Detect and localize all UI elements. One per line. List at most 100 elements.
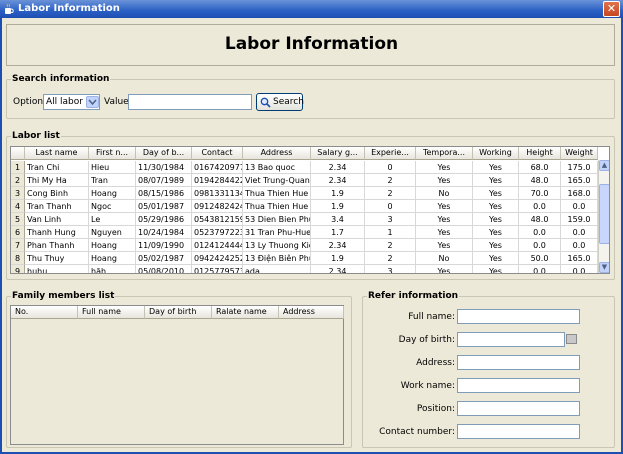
labor-col-header[interactable]: Weight bbox=[561, 147, 598, 160]
table-cell: Tran Chi bbox=[25, 161, 89, 174]
table-cell: 2.34 bbox=[311, 161, 365, 174]
labor-col-header[interactable]: Contact bbox=[192, 147, 243, 160]
refer-field-label: Position: bbox=[416, 404, 455, 414]
table-cell: Yes bbox=[416, 239, 473, 252]
family-col-header[interactable]: Full name bbox=[78, 306, 145, 319]
table-cell: 0.0 bbox=[519, 226, 561, 239]
refer-field-label: Address: bbox=[416, 358, 455, 368]
family-col-header[interactable]: No. bbox=[11, 306, 78, 319]
table-cell: 05/01/1987 bbox=[136, 200, 192, 213]
table-cell: 31 Tran Phu-Hue bbox=[243, 226, 311, 239]
labor-col-header[interactable] bbox=[11, 147, 25, 160]
table-cell: 0523797223 bbox=[192, 226, 243, 239]
table-row[interactable]: 8 Thu Thuy Hoang 05/02/1987 0942424252 13 Điệ… bbox=[11, 252, 600, 265]
table-cell: Hieu bbox=[89, 161, 136, 174]
family-col-header[interactable]: Day of birth bbox=[145, 306, 212, 319]
table-row[interactable]: 7Phan ThanhHoang11/09/19900124124444413 … bbox=[11, 239, 600, 252]
refer-field-input[interactable] bbox=[457, 309, 580, 324]
refer-field-input[interactable] bbox=[457, 401, 580, 416]
close-button[interactable]: ✕ bbox=[603, 1, 620, 17]
table-cell: 2 bbox=[11, 174, 25, 187]
table-cell: 3 bbox=[11, 187, 25, 200]
chevron-down-icon[interactable] bbox=[86, 96, 99, 108]
table-cell: Cong Binh bbox=[25, 187, 89, 200]
labor-col-header[interactable]: Salary g... bbox=[311, 147, 365, 160]
table-cell: 2.34 bbox=[311, 265, 365, 273]
option-select[interactable]: All labor bbox=[43, 94, 100, 110]
table-cell: 0 bbox=[365, 161, 416, 174]
table-cell: Hoang bbox=[89, 252, 136, 265]
labor-col-header[interactable]: Address bbox=[243, 147, 311, 160]
table-row[interactable]: 5 Van Linh Le 05/29/1986 0543812159 53 Dien B… bbox=[11, 213, 600, 226]
table-cell: 8 bbox=[11, 252, 25, 265]
java-cup-icon bbox=[5, 3, 14, 14]
scroll-up-icon[interactable]: ▲ bbox=[599, 160, 609, 171]
table-cell: 0.0 bbox=[519, 239, 561, 252]
table-cell: 48.0 bbox=[519, 174, 561, 187]
option-select-value: All labor bbox=[46, 97, 83, 107]
table-cell: 168.0 bbox=[561, 187, 598, 200]
table-cell: 0.0 bbox=[561, 239, 598, 252]
table-row[interactable]: 2Thi My HaTran08/07/198901942844224Viet … bbox=[11, 174, 600, 187]
table-cell: 165.0 bbox=[561, 174, 598, 187]
labor-col-header[interactable]: Experie... bbox=[365, 147, 416, 160]
table-row[interactable]: 4 Tran Thanh Ngoc 05/01/1987 0912482424 Thua … bbox=[11, 200, 600, 213]
scroll-down-icon[interactable]: ▼ bbox=[599, 262, 609, 273]
family-col-header[interactable]: Ralate name bbox=[212, 306, 279, 319]
table-cell: 1.9 bbox=[311, 200, 365, 213]
table-cell: Yes bbox=[473, 265, 519, 273]
table-cell: Ngoc bbox=[89, 200, 136, 213]
refer-field-input[interactable] bbox=[457, 424, 580, 439]
window-title: Labor Information bbox=[18, 3, 120, 14]
table-cell: Yes bbox=[473, 161, 519, 174]
labor-col-header[interactable]: Tempora... bbox=[416, 147, 473, 160]
search-icon bbox=[260, 97, 271, 108]
table-row[interactable]: 3Cong BinhHoang08/15/198609813311348Thua… bbox=[11, 187, 600, 200]
refer-field-label: Work name: bbox=[400, 381, 455, 391]
search-button-label: Search bbox=[273, 97, 304, 107]
table-cell: 08/07/1989 bbox=[136, 174, 192, 187]
table-row[interactable]: 9huhuhăh05/08/201001257795735ada2.343Yes… bbox=[11, 265, 600, 273]
page-title: Labor Information bbox=[224, 34, 399, 54]
table-cell: 70.0 bbox=[519, 187, 561, 200]
refer-field-label: Contact number: bbox=[379, 427, 455, 437]
table-cell: 13 Điện Biên Phủ-... bbox=[243, 252, 311, 265]
labor-table-scrollbar[interactable]: ▲ ▼ bbox=[598, 160, 609, 273]
refer-field-label: Day of birth: bbox=[398, 335, 455, 345]
labor-col-header[interactable]: First n... bbox=[89, 147, 136, 160]
table-cell: 11/09/1990 bbox=[136, 239, 192, 252]
refer-field-input[interactable] bbox=[457, 378, 580, 393]
refer-field-input[interactable] bbox=[457, 355, 580, 370]
table-cell: 0912482424 bbox=[192, 200, 243, 213]
table-cell: 2 bbox=[365, 252, 416, 265]
table-cell: 01674209778 bbox=[192, 161, 243, 174]
table-cell: 0 bbox=[365, 200, 416, 213]
table-cell: 165.0 bbox=[561, 252, 598, 265]
table-cell: Yes bbox=[416, 265, 473, 273]
table-cell: 2.34 bbox=[311, 174, 365, 187]
family-col-header[interactable]: Address bbox=[279, 306, 344, 319]
table-cell: 0543812159 bbox=[192, 213, 243, 226]
scroll-thumb[interactable] bbox=[599, 184, 609, 244]
labor-table[interactable]: Last name First n... Day of b... Contact Add… bbox=[10, 146, 610, 274]
labor-col-header[interactable]: Working bbox=[473, 147, 519, 160]
table-row[interactable]: 1Tran ChiHieu11/30/19840167420977813 Bao… bbox=[11, 161, 600, 174]
table-cell: 01257795735 bbox=[192, 265, 243, 273]
calendar-icon[interactable] bbox=[566, 334, 577, 344]
search-button[interactable]: Search bbox=[256, 93, 304, 111]
labor-col-header[interactable]: Last name bbox=[25, 147, 89, 160]
family-table[interactable]: No. Full name Day of birth Ralate name Addre… bbox=[10, 305, 344, 445]
table-cell: 159.0 bbox=[561, 213, 598, 226]
value-input[interactable] bbox=[128, 94, 252, 110]
table-cell: Yes bbox=[416, 174, 473, 187]
table-cell: 13 Ly Thuong Kie... bbox=[243, 239, 311, 252]
refer-field-label: Full name: bbox=[408, 312, 455, 322]
window-titlebar: Labor Information bbox=[0, 0, 623, 18]
table-cell: 2 bbox=[365, 174, 416, 187]
labor-col-header[interactable]: Height bbox=[519, 147, 561, 160]
labor-col-header[interactable]: Day of b... bbox=[136, 147, 192, 160]
table-row[interactable]: 6 Thanh Hung Nguyen 10/24/1984 0523797223 31 … bbox=[11, 226, 600, 239]
table-cell: 05/29/1986 bbox=[136, 213, 192, 226]
refer-field-input[interactable] bbox=[457, 332, 565, 347]
table-cell: Hoang bbox=[89, 187, 136, 200]
